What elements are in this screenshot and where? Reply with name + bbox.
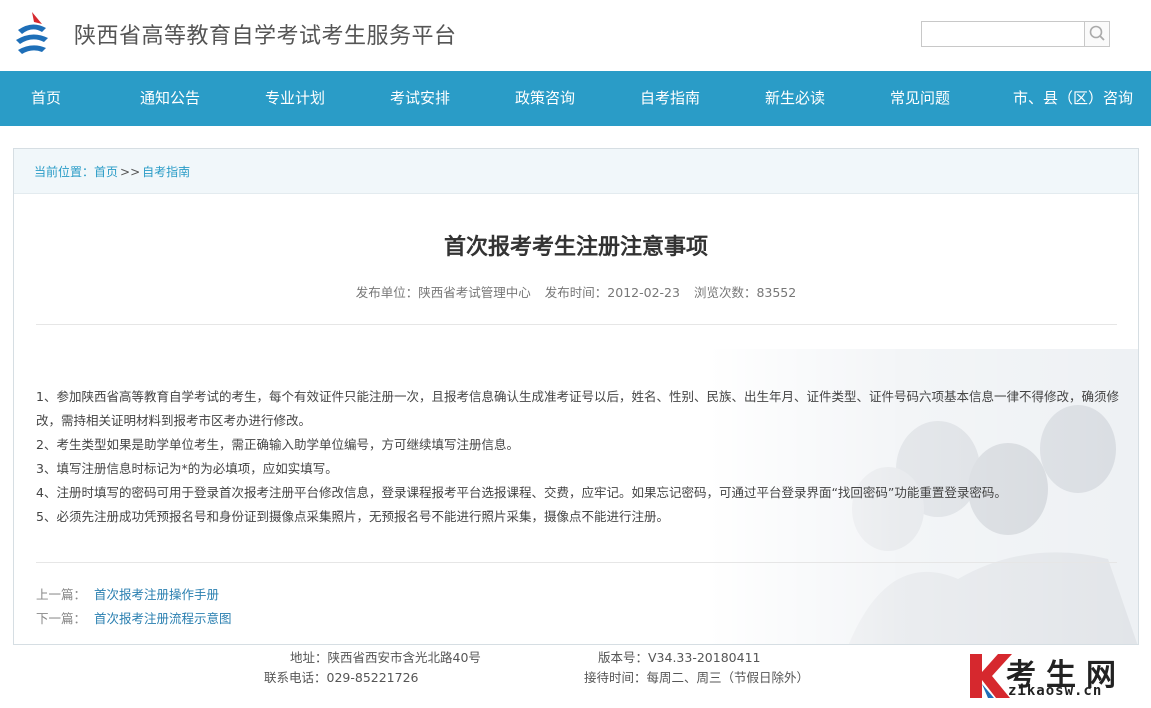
article-paragraph: 5、必须先注册成功凭预报名号和身份证到摄像点采集照片，无预报名号不能进行照片采集…: [36, 509, 669, 524]
title-divider: [36, 324, 1117, 325]
next-article: 下一篇： 首次报考注册流程示意图: [36, 608, 232, 627]
footer-contact: 地址：陕西省西安市含光北路40号 联系电话：029-85221726: [264, 648, 481, 688]
article-paragraph: 1、参加陕西省高等教育自学考试的考生，每个有效证件只能注册一次，且报考信息确认生…: [36, 389, 1119, 428]
breadcrumb-separator: >>: [120, 165, 141, 179]
article-publisher: 发布单位：陕西省考试管理中心: [355, 285, 531, 300]
article-paragraph: 3、填写注册信息时标记为*的为必填项，应如实填写。: [36, 461, 338, 476]
search-input[interactable]: [922, 22, 1084, 46]
search-icon: [1089, 25, 1105, 41]
footer-phone: 联系电话：029-85221726: [264, 670, 419, 685]
search-button[interactable]: [1084, 22, 1109, 46]
breadcrumb-trail: 当前位置：首页 >> 自考指南: [34, 163, 190, 180]
footer-info: 版本号：V34.33-20180411 接待时间：每周二、周三（节假日除外）: [584, 648, 809, 688]
site-title: 陕西省高等教育自学考试考生服务平台: [74, 24, 457, 49]
nav-policy-consult[interactable]: 政策咨询: [515, 71, 575, 126]
footer-address: 地址：陕西省西安市含光北路40号: [290, 650, 481, 665]
watermark-logo: 考生网 zikaosw.cn: [968, 648, 1143, 706]
body-divider: [36, 562, 1117, 563]
breadcrumb: 当前位置：首页 >> 自考指南: [14, 149, 1138, 194]
content-panel: 当前位置：首页 >> 自考指南 首次报考考生注册注意事项 发布单位：陕西省考试管理中…: [13, 148, 1139, 645]
search-box: [921, 21, 1110, 47]
breadcrumb-current-link[interactable]: 自考指南: [142, 165, 190, 179]
nav-city-county-consult[interactable]: 市、县（区）咨询: [1013, 71, 1133, 126]
nav-home[interactable]: 首页: [31, 71, 61, 126]
exam-logo-icon[interactable]: [12, 10, 52, 58]
article-paragraph: 2、考生类型如果是助学单位考生，需正确输入助学单位编号，方可继续填写注册信息。: [36, 437, 519, 452]
footer-version: 版本号：V34.33-20180411: [598, 650, 761, 665]
nav-notices[interactable]: 通知公告: [140, 71, 200, 126]
site-header: 陕西省高等教育自学考试考生服务平台: [0, 0, 1151, 71]
next-article-link[interactable]: 首次报考注册流程示意图: [94, 611, 232, 626]
footer-reception: 接待时间：每周二、周三（节假日除外）: [584, 670, 810, 685]
nav-faq[interactable]: 常见问题: [890, 71, 950, 126]
nav-exam-schedule[interactable]: 考试安排: [390, 71, 450, 126]
article-views: 浏览次数：83552: [693, 285, 797, 300]
watermark-domain: zikaosw.cn: [1008, 683, 1103, 699]
article-title: 首次报考考生注册注意事项: [443, 235, 708, 260]
prev-article-label: 上一篇：: [36, 587, 87, 602]
prev-article: 上一篇： 首次报考注册操作手册: [36, 584, 219, 603]
prev-article-link[interactable]: 首次报考注册操作手册: [94, 587, 219, 602]
breadcrumb-home-link[interactable]: 首页: [94, 165, 118, 179]
article-date: 发布时间：2012-02-23: [544, 285, 680, 300]
article-body: 1、参加陕西省高等教育自学考试的考生，每个有效证件只能注册一次，且报考信息确认生…: [36, 385, 1121, 529]
nav-self-study-guide[interactable]: 自考指南: [640, 71, 700, 126]
nav-major-plans[interactable]: 专业计划: [265, 71, 325, 126]
nav-new-student[interactable]: 新生必读: [765, 71, 825, 126]
article-meta: 发布单位：陕西省考试管理中心 发布时间：2012-02-23 浏览次数：8355…: [14, 282, 1138, 301]
article-paragraph: 4、注册时填写的密码可用于登录首次报考注册平台修改信息，登录课程报考平台选报课程…: [36, 485, 1007, 500]
main-nav: 首页 通知公告 专业计划 考试安排 政策咨询 自考指南 新生必读 常见问题 市、…: [0, 71, 1151, 126]
next-article-label: 下一篇：: [36, 611, 87, 626]
breadcrumb-prefix: 当前位置：: [34, 165, 95, 179]
